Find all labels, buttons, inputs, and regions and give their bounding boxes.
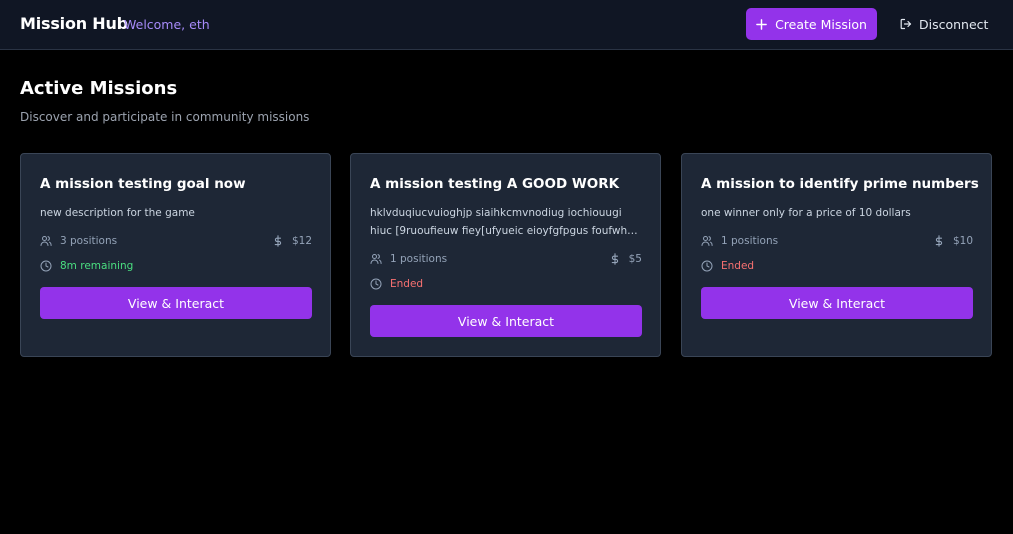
mission-status: Ended: [370, 276, 423, 292]
app-title: Mission Hub: [20, 14, 128, 33]
users-icon: [370, 254, 382, 264]
create-mission-button[interactable]: Create Mission: [746, 8, 877, 40]
users-icon: [701, 236, 713, 246]
mission-meta: 1 positions $10: [701, 233, 973, 249]
mission-title: A mission testing A GOOD WORK: [370, 176, 620, 192]
dollar-icon: [935, 235, 943, 247]
page-title: Active Missions: [20, 78, 178, 99]
positions-count: 1 positions: [390, 253, 448, 265]
mission-status: Ended: [701, 258, 754, 274]
mission-card: A mission testing A GOOD WORK hklvduqiuc…: [350, 153, 661, 357]
logout-icon: [900, 18, 912, 30]
status-text: Ended: [390, 278, 424, 290]
mission-status: 8m remaining: [40, 258, 133, 274]
status-text: 8m remaining: [60, 260, 134, 272]
mission-title: A mission testing goal now: [40, 176, 246, 192]
view-interact-button[interactable]: View & Interact: [701, 287, 973, 319]
status-text: Ended: [721, 260, 755, 272]
page-subtitle: Discover and participate in community mi…: [20, 110, 310, 124]
dollar-icon: [274, 235, 282, 247]
mission-description: new description for the game: [40, 207, 195, 219]
clock-icon: [40, 260, 52, 272]
top-navigation-bar: Mission Hub Welcome, eth Create Mission …: [0, 0, 1013, 50]
mission-meta: 3 positions $12: [40, 233, 312, 249]
create-mission-label: Create Mission: [775, 16, 867, 32]
welcome-text: Welcome, eth: [124, 17, 210, 32]
reward-amount: $12: [291, 235, 312, 247]
dollar-icon: [611, 253, 618, 265]
positions-count: 1 positions: [721, 235, 779, 247]
reward-amount: $5: [628, 253, 642, 265]
mission-card: A mission testing goal now new descripti…: [20, 153, 331, 357]
users-icon: [40, 236, 52, 246]
mission-title: A mission to identify prime numbers: [701, 176, 979, 192]
clock-icon: [370, 278, 382, 290]
mission-description: hklvduqiucvuioghjp siaihkcmvnodiug iochi…: [370, 207, 632, 237]
reward-amount: $10: [952, 235, 973, 247]
view-interact-button[interactable]: View & Interact: [40, 287, 312, 319]
clock-icon: [701, 260, 713, 272]
view-interact-button[interactable]: View & Interact: [370, 305, 642, 337]
disconnect-button[interactable]: Disconnect: [900, 8, 990, 40]
mission-card: A mission to identify prime numbers one …: [681, 153, 992, 357]
positions-count: 3 positions: [60, 235, 118, 247]
mission-description: one winner only for a price of 10 dollar…: [701, 207, 911, 219]
mission-meta: 1 positions $5: [370, 251, 642, 267]
plus-icon: [756, 18, 767, 30]
disconnect-label: Disconnect: [919, 16, 989, 32]
